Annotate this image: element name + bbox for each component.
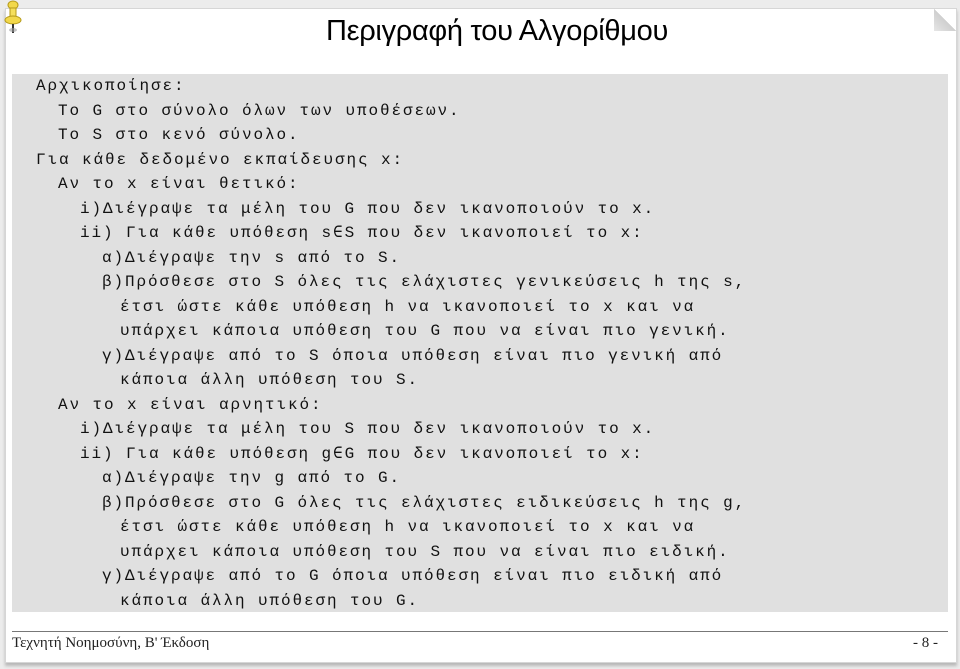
step-text: Για κάθε υπόθεση g∈G που δεν ικανοποιεί …	[126, 444, 644, 463]
step-text: Διέγραψε τα μέλη του G που δεν ικανοποιο…	[103, 199, 656, 218]
step-label: α)	[102, 248, 126, 267]
algorithm-line: γ)Διέγραψε από το G όποια υπόθεση είναι …	[102, 566, 723, 586]
slide-title-text: Περιγραφή του Αλγορίθμου	[325, 15, 669, 47]
step-text: Πρόσθεσε στο G όλες τις ελάχιστες ειδικε…	[125, 493, 747, 512]
step-text: Το G στο σύνολο όλων των υποθέσεων.	[58, 101, 461, 120]
footer-page-number: - 8 -	[913, 635, 938, 651]
algorithm-line: β)Πρόσθεσε στο S όλες τις ελάχιστες γενι…	[102, 272, 746, 292]
step-text: Αν το x είναι αρνητικό:	[58, 395, 323, 414]
step-text: έτσι ώστε κάθε υπόθεση h να ικανοποιεί τ…	[120, 518, 696, 536]
algorithm-line: έτσι ώστε κάθε υπόθεση h να ικανοποιεί τ…	[120, 517, 695, 537]
algorithm-line: Αν το x είναι αρνητικό:	[58, 395, 323, 415]
step-label: β)	[102, 493, 126, 512]
step-text: Για κάθε δεδομένο εκπαίδευσης x:	[36, 150, 405, 169]
algorithm-line: ii) Για κάθε υπόθεση g∈G που δεν ικανοπο…	[80, 444, 644, 464]
step-label: β)	[102, 273, 126, 291]
footer-divider	[12, 631, 948, 632]
step-text: Το S στο κενό σύνολο.	[58, 126, 300, 144]
step-text: Διέγραψε την g από το G.	[125, 469, 402, 487]
algorithm-line: υπάρχει κάποια υπόθεση του G που να είνα…	[120, 321, 730, 341]
step-text: κάποια άλλη υπόθεση του G.	[120, 591, 420, 610]
step-label: γ)	[102, 346, 126, 365]
algorithm-line: ii) Για κάθε υπόθεση s∈S που δεν ικανοπο…	[80, 223, 644, 243]
algorithm-line: α)Διέγραψε την g από το G.	[102, 468, 401, 488]
algorithm-line: κάποια άλλη υπόθεση του G.	[120, 591, 419, 611]
footer-book-title: Τεχνητή Νοημοσύνη, B' Έκδοση	[12, 635, 210, 651]
step-label: ii)	[80, 224, 127, 242]
step-text: Για κάθε υπόθεση s∈S που δεν ικανοποιεί …	[126, 224, 644, 242]
step-text: Πρόσθεσε στο S όλες τις ελάχιστες γενικε…	[125, 273, 747, 291]
step-text: υπάρχει κάποια υπόθεση του G που να είνα…	[120, 322, 730, 340]
algorithm-box: Αρχικοποίησε: Το G στο σύνολο όλων των υπ…	[12, 74, 948, 612]
algorithm-line: α)Διέγραψε την s από το S.	[102, 248, 401, 268]
algorithm-line: Αν το x είναι θετικό:	[58, 174, 300, 194]
algorithm-line: i)Διέγραψε τα μέλη του G που δεν ικανοπο…	[80, 199, 655, 219]
step-text: Διέγραψε την s από το S.	[125, 248, 402, 267]
step-text: Διέγραψε τα μέλη του S που δεν ικανοποιο…	[103, 420, 656, 438]
step-label: γ)	[102, 567, 126, 585]
algorithm-line: i)Διέγραψε τα μέλη του S που δεν ικανοπο…	[80, 419, 655, 439]
step-text: Αν το x είναι θετικό:	[58, 175, 300, 193]
step-text: έτσι ώστε κάθε υπόθεση h να ικανοποιεί τ…	[120, 297, 696, 316]
step-text: Διέγραψε από το G όποια υπόθεση είναι πι…	[125, 567, 724, 585]
algorithm-line: Για κάθε δεδομένο εκπαίδευσης x:	[36, 150, 404, 170]
step-label: i)	[80, 420, 104, 438]
step-label: α)	[102, 469, 126, 487]
step-text: υπάρχει κάποια υπόθεση του S που να είνα…	[120, 542, 730, 561]
step-label: i)	[80, 199, 104, 218]
step-text: Διέγραψε από το S όποια υπόθεση είναι πι…	[125, 346, 724, 365]
step-text: Αρχικοποίησε:	[36, 77, 186, 95]
algorithm-line: έτσι ώστε κάθε υπόθεση h να ικανοποιεί τ…	[120, 297, 695, 317]
algorithm-line: Το S στο κενό σύνολο.	[58, 125, 300, 145]
algorithm-line: κάποια άλλη υπόθεση του S.	[120, 370, 419, 390]
algorithm-line: Το G στο σύνολο όλων των υποθέσεων.	[58, 101, 461, 121]
step-text: κάποια άλλη υπόθεση του S.	[120, 371, 420, 389]
algorithm-line: Αρχικοποίησε:	[36, 76, 186, 96]
algorithm-line: β)Πρόσθεσε στο G όλες τις ελάχιστες ειδι…	[102, 493, 746, 513]
slide-title: Περιγραφή του Αλγορίθμου	[0, 15, 960, 48]
step-label: ii)	[80, 444, 127, 463]
algorithm-line: γ)Διέγραψε από το S όποια υπόθεση είναι …	[102, 346, 723, 366]
algorithm-line: υπάρχει κάποια υπόθεση του S που να είνα…	[120, 542, 730, 562]
